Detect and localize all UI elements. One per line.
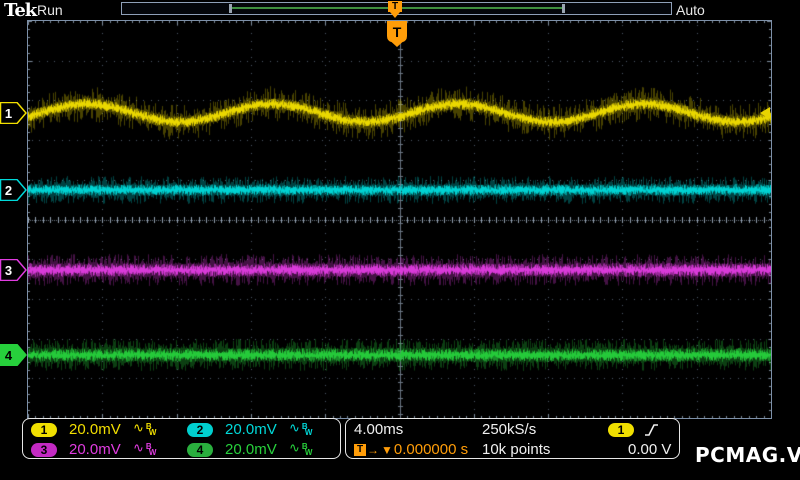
ac-coupling-icon: ∿ [289, 420, 300, 435]
trigger-position-marker: T [388, 1, 402, 12]
record-length: 10k points [482, 441, 551, 458]
svg-text:3: 3 [5, 263, 12, 278]
watermark: PCMAG.VN [695, 443, 800, 467]
channel1-readout: 1 20.0mV ∿ B W [23, 421, 179, 438]
rising-edge-slope-icon [645, 423, 658, 436]
trigger-position-pointer-icon [390, 12, 400, 18]
trigger-source-badge: 1 [608, 422, 634, 437]
channel1-position-marker: 1 [0, 102, 27, 124]
trigger-mode-label: Auto [676, 2, 705, 18]
window-bracket-right [562, 4, 565, 13]
bandwidth-limit-icon: B W [301, 422, 313, 437]
channel1-scale: 20.0mV [69, 421, 121, 438]
channel4-readout: 4 20.0mV ∿ B W [179, 441, 335, 458]
channel4-badge: 4 [187, 442, 213, 457]
channel3-badge: 3 [31, 442, 57, 457]
channel3-scale: 20.0mV [69, 441, 121, 458]
channel4-position-marker: 4 [0, 344, 27, 366]
acquisition-status: Run [37, 2, 63, 18]
trigger-position-value: 0.000000 s [393, 441, 469, 458]
channel3-readout: 3 20.0mV ∿ B W [23, 441, 179, 458]
trigger-level-icon: ▼ [381, 442, 393, 457]
ac-coupling-icon: ∿ [133, 440, 144, 455]
oscilloscope-screen: Tek Run T Auto T 1 2 3 4 1 20.0mV ∿ B W … [0, 0, 800, 480]
bandwidth-limit-icon: B W [145, 442, 157, 457]
channel2-position-marker: 2 [0, 179, 27, 201]
waveform-canvas [28, 21, 771, 418]
trigger-point-flag: T [387, 21, 407, 47]
bandwidth-limit-icon: B W [145, 422, 157, 437]
bandwidth-limit-icon: B W [301, 442, 313, 457]
channel1-coupling-bandwidth-icons: ∿ B W [133, 420, 157, 437]
channel1-badge: 1 [31, 422, 57, 437]
channel2-coupling-bandwidth-icons: ∿ B W [289, 420, 313, 437]
svg-text:T: T [393, 24, 402, 40]
trigger-t-icon: T [354, 443, 366, 456]
svg-text:1: 1 [5, 106, 12, 121]
svg-text:2: 2 [5, 183, 12, 198]
channel2-readout: 2 20.0mV ∿ B W [179, 421, 335, 438]
trigger-level-value: 0.00 V [628, 441, 672, 458]
channel-readout-box: 1 20.0mV ∿ B W 2 20.0mV ∿ B W 3 20.0mV ∿… [22, 418, 341, 459]
trigger-position-group: T → ▼ 0.000000 s [346, 441, 482, 458]
trigger-source-group: 1 [600, 422, 679, 437]
arrow-right-icon: → [367, 442, 379, 457]
channel3-coupling-bandwidth-icons: ∿ B W [133, 440, 157, 457]
horizontal-trigger-readout-box: 4.00ms 250kS/s 1 T → ▼ 0.000000 s 10k po… [345, 418, 680, 459]
horizontal-scale: 4.00ms [354, 421, 404, 438]
channel2-badge: 2 [187, 422, 213, 437]
channel2-scale: 20.0mV [225, 421, 277, 438]
channel4-coupling-bandwidth-icons: ∿ B W [289, 440, 313, 457]
sample-rate: 250kS/s [482, 421, 537, 438]
trigger-level-arrow [760, 107, 770, 119]
channel3-position-marker: 3 [0, 259, 27, 281]
ac-coupling-icon: ∿ [289, 440, 300, 455]
svg-text:4: 4 [5, 348, 13, 363]
tek-logo: Tek [4, 0, 37, 21]
channel4-scale: 20.0mV [225, 441, 277, 458]
graticule [27, 20, 772, 419]
ac-coupling-icon: ∿ [133, 420, 144, 435]
